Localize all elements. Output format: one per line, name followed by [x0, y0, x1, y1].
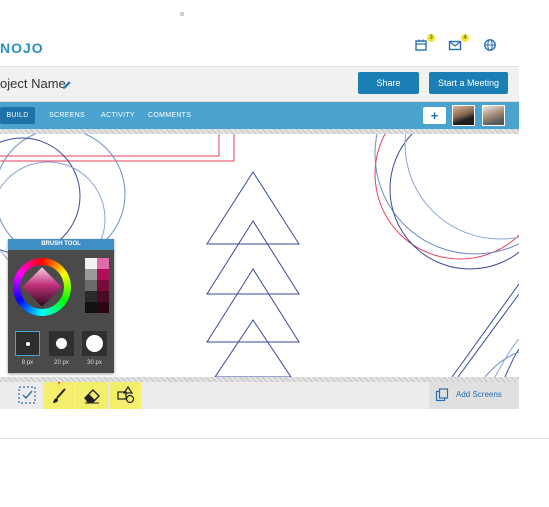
color-wheel[interactable]	[13, 258, 71, 316]
swatch[interactable]	[97, 280, 109, 291]
mail-icon[interactable]: 4	[448, 34, 469, 54]
avatar[interactable]	[482, 105, 505, 126]
edit-pencil-icon[interactable]	[62, 77, 72, 95]
brush-size-label: 30 px	[87, 360, 102, 366]
project-name[interactable]: oject Name	[0, 76, 66, 91]
eraser-icon	[84, 389, 100, 404]
add-screens-label: Add Screens	[456, 390, 502, 399]
brush-icon	[53, 380, 66, 403]
app-logo[interactable]: NOJO	[0, 40, 44, 56]
brush-size-30px[interactable]	[82, 331, 107, 356]
window-handle-dot	[180, 12, 184, 16]
swatch[interactable]	[85, 291, 97, 302]
page-divider	[0, 438, 549, 439]
add-collaborator-button[interactable]: +	[423, 107, 446, 124]
swatch[interactable]	[97, 258, 109, 269]
add-screens-icon	[435, 388, 449, 402]
tab-comments[interactable]: COMMENTS	[148, 102, 191, 129]
globe-icon[interactable]	[483, 38, 499, 54]
tab-screens[interactable]: SCREENS	[49, 102, 85, 129]
calendar-icon[interactable]: 3	[414, 34, 435, 54]
brush-tool-title: BRUSH TOOL	[8, 239, 114, 250]
swatch[interactable]	[97, 269, 109, 280]
build-nav-bar: BUILD SCREENS ACTIVITY COMMENTS +	[0, 102, 519, 129]
add-screens-button[interactable]: Add Screens	[429, 382, 519, 409]
color-swatches	[85, 258, 109, 314]
select-icon	[18, 386, 36, 404]
avatar[interactable]	[452, 105, 475, 126]
brush-tool-button[interactable]	[43, 380, 75, 409]
tab-activity[interactable]: ACTIVITY	[101, 102, 135, 129]
drawing-toolbar: Add Screens	[0, 380, 519, 409]
brush-size-label: 8 px	[21, 360, 34, 366]
swatch[interactable]	[85, 302, 97, 313]
swatch[interactable]	[97, 302, 109, 313]
swatch[interactable]	[97, 291, 109, 302]
brush-size-8px[interactable]	[15, 331, 40, 356]
share-button[interactable]: Share	[358, 72, 419, 94]
top-header: NOJO 3 4	[0, 29, 519, 67]
brush-size-20px[interactable]	[49, 331, 74, 356]
shapes-tool-button[interactable]	[109, 382, 141, 409]
shapes-icon	[117, 385, 135, 404]
swatch[interactable]	[85, 269, 97, 280]
select-tool-button[interactable]	[10, 382, 42, 409]
brush-size-label: 20 px	[54, 360, 69, 366]
swatch[interactable]	[85, 280, 97, 291]
mail-badge: 4	[461, 34, 469, 42]
calendar-badge: 3	[427, 34, 435, 42]
project-title-bar: oject Name Share Start a Meeting	[0, 67, 519, 102]
eraser-tool-button[interactable]	[76, 382, 108, 409]
tab-build[interactable]: BUILD	[0, 107, 35, 124]
brush-tool-panel: BRUSH TOOL 8 px 20 px 30 px	[8, 239, 114, 373]
swatch[interactable]	[85, 258, 97, 269]
start-meeting-button[interactable]: Start a Meeting	[429, 72, 508, 94]
